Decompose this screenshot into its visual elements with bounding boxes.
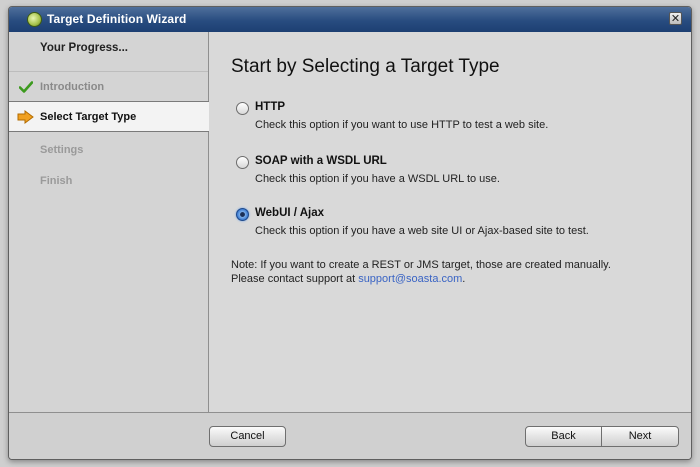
step-finish: Finish bbox=[9, 166, 208, 196]
option-title[interactable]: SOAP with a WSDL URL bbox=[255, 155, 387, 167]
option-title[interactable]: WebUI / Ajax bbox=[255, 207, 324, 219]
step-introduction: Introduction bbox=[9, 71, 208, 101]
note-line-1: Note: If you want to create a REST or JM… bbox=[231, 259, 611, 271]
back-button[interactable]: Back bbox=[525, 426, 602, 447]
option-description: Check this option if you want to use HTT… bbox=[255, 119, 549, 131]
title-bar[interactable]: Target Definition Wizard ✕ bbox=[9, 7, 691, 33]
check-icon bbox=[19, 81, 33, 93]
note-suffix: . bbox=[462, 273, 466, 285]
progress-heading: Your Progress... bbox=[40, 42, 128, 54]
wizard-window: Target Definition Wizard ✕ Your Progress… bbox=[8, 6, 692, 460]
radio-webui-ajax[interactable] bbox=[236, 208, 249, 221]
next-button[interactable]: Next bbox=[601, 426, 679, 447]
option-description: Check this option if you have a web site… bbox=[255, 225, 589, 237]
step-label: Select Target Type bbox=[40, 111, 137, 123]
radio-http[interactable] bbox=[236, 102, 249, 115]
note-line-2: Please contact support at support@soasta… bbox=[231, 272, 611, 286]
page-title: Start by Selecting a Target Type bbox=[231, 56, 500, 77]
cancel-button[interactable]: Cancel bbox=[209, 426, 286, 447]
note-prefix: Please contact support at bbox=[231, 273, 359, 285]
option-title[interactable]: HTTP bbox=[255, 101, 285, 113]
note-text: Note: If you want to create a REST or JM… bbox=[231, 258, 611, 286]
close-button[interactable]: ✕ bbox=[669, 12, 682, 25]
step-select-target-type: Select Target Type bbox=[9, 101, 209, 132]
radio-soap[interactable] bbox=[236, 156, 249, 169]
option-description: Check this option if you have a WSDL URL… bbox=[255, 173, 500, 185]
step-settings: Settings bbox=[9, 135, 208, 165]
support-email-link[interactable]: support@soasta.com bbox=[358, 273, 462, 285]
arrow-right-icon bbox=[17, 110, 34, 124]
app-logo-icon bbox=[27, 12, 42, 27]
step-label: Settings bbox=[40, 144, 84, 156]
progress-sidebar: Your Progress... Introduction Select Tar… bbox=[9, 32, 209, 413]
window-title: Target Definition Wizard bbox=[47, 12, 187, 26]
button-bar: Cancel Back Next bbox=[9, 412, 691, 459]
step-label: Finish bbox=[40, 175, 73, 187]
step-label: Introduction bbox=[40, 81, 105, 93]
main-panel: Start by Selecting a Target Type HTTP Ch… bbox=[209, 32, 691, 413]
